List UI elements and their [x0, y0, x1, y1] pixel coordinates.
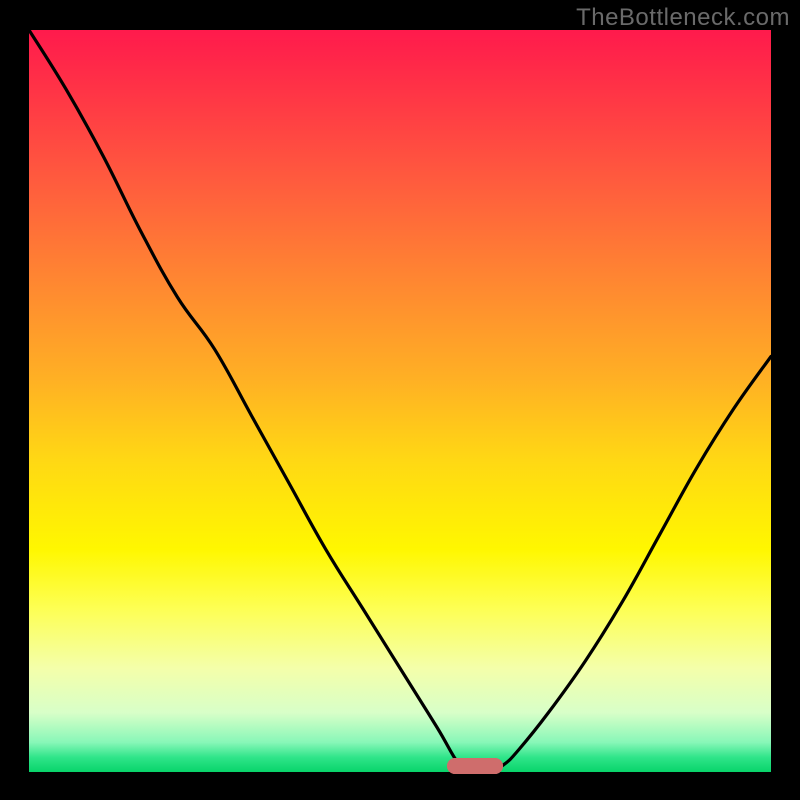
plot-area [29, 30, 771, 772]
bottleneck-curve [29, 30, 771, 772]
bottleneck-curve-path [29, 30, 771, 772]
watermark-text: TheBottleneck.com [576, 4, 790, 32]
chart-frame: TheBottleneck.com [0, 0, 800, 800]
minimum-marker [447, 758, 503, 774]
